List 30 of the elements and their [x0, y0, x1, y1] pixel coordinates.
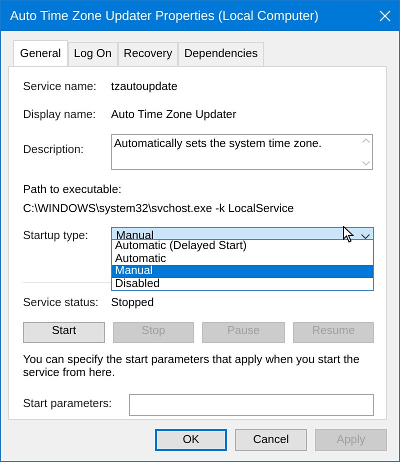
dialog-button[interactable]: Cancel	[235, 429, 307, 452]
field-label: Service name:	[23, 80, 98, 96]
service-name-value: tzautoupdate	[111, 80, 178, 96]
start-parameters-field[interactable]	[129, 394, 374, 416]
field-label: Display name:	[23, 108, 97, 122]
service-status-value: Stopped	[111, 296, 154, 312]
tab[interactable]: Recovery	[118, 42, 178, 66]
field-label: Description:	[23, 142, 85, 158]
field-label: Path to executable:	[23, 182, 122, 198]
scroll-down-icon[interactable]	[362, 160, 370, 166]
field-label: Startup type:	[23, 229, 90, 244]
dropdown-option[interactable]: Manual	[112, 265, 373, 278]
tab[interactable]: Dependencies	[178, 42, 264, 66]
caret-icon	[361, 234, 370, 240]
dropdown-option[interactable]: Automatic	[112, 252, 373, 266]
display-name-value: Auto Time Zone Updater	[111, 108, 236, 122]
scroll-up-icon[interactable]	[362, 138, 370, 143]
description-text: Automatically sets the system time zone.	[114, 136, 322, 152]
window-title: Auto Time Zone Updater Properties (Local Computer)	[10, 7, 319, 26]
tab[interactable]: General	[13, 40, 68, 68]
dropdown-option[interactable]: Disabled	[112, 278, 373, 290]
service-button[interactable]: Start	[23, 322, 105, 342]
hint-text: You can specify the start parameters that apply when you start the service from here.	[23, 354, 360, 380]
path-value: C:\WINDOWS\system32\svchost.exe -k LocalService	[23, 202, 295, 217]
field-label: Start parameters:	[23, 396, 113, 412]
close-icon[interactable]	[379, 10, 391, 22]
tab[interactable]: Log On	[68, 42, 118, 66]
description-field[interactable]: Automatically sets the system time zone.	[111, 134, 373, 170]
field-label: Service status:	[23, 296, 100, 312]
dialog-button[interactable]: OK	[155, 429, 227, 452]
